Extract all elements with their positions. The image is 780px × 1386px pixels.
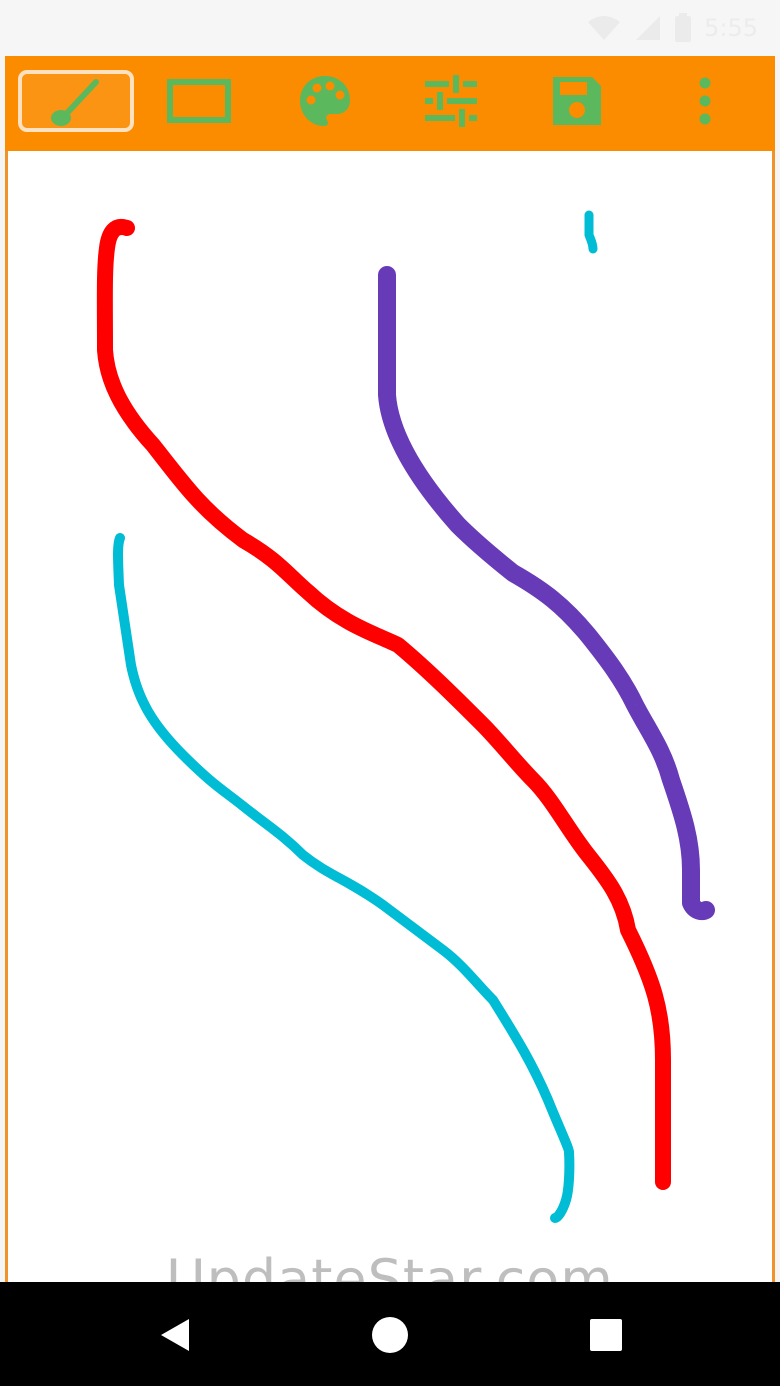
home-button[interactable] (367, 1312, 413, 1358)
brush-icon (51, 79, 99, 126)
cellular-signal-icon (636, 16, 661, 40)
back-button[interactable] (152, 1312, 198, 1358)
back-icon (161, 1319, 189, 1351)
cyan-dash-stroke (584, 210, 598, 254)
drawing-surface[interactable] (8, 151, 775, 1282)
status-bar: 5:55 (0, 0, 780, 56)
battery-icon (675, 13, 692, 42)
recents-button[interactable] (583, 1312, 629, 1358)
toolbar (5, 56, 775, 151)
wifi-icon (588, 16, 621, 40)
recents-icon (590, 1319, 622, 1351)
brush-tool-button[interactable] (18, 70, 134, 132)
palette-icon (300, 76, 350, 126)
more-vertical-icon (699, 77, 711, 125)
stroke-settings-button[interactable] (393, 70, 509, 132)
save-floppy-icon (553, 77, 601, 125)
color-palette-button[interactable] (267, 70, 383, 132)
drawing-canvas[interactable] (5, 151, 775, 1282)
tune-sliders-icon (425, 75, 477, 127)
home-icon (372, 1317, 408, 1353)
more-options-button[interactable] (647, 70, 763, 132)
navigation-bar (0, 1282, 780, 1386)
save-button[interactable] (519, 70, 635, 132)
cyan-stroke (113, 533, 575, 1223)
rectangle-icon (167, 79, 231, 123)
rectangle-tool-button[interactable] (141, 70, 257, 132)
status-time: 5:55 (704, 14, 758, 42)
status-icons: 5:55 (586, 10, 758, 46)
purple-stroke (378, 266, 715, 921)
